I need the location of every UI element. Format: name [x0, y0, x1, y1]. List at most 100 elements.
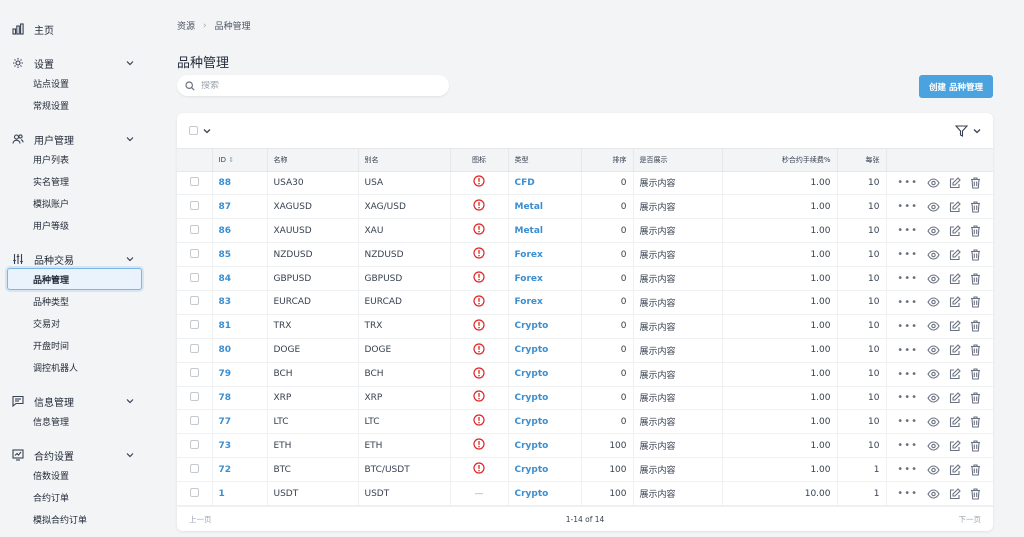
view-icon[interactable] [927, 465, 940, 475]
row-checkbox[interactable] [190, 176, 199, 186]
table-row[interactable]: 86 XAUUSD XAU Metal 0 展示内容 1.00 10 ••• [177, 218, 993, 244]
row-type-link[interactable]: Crypto [508, 338, 582, 363]
row-id-link[interactable]: 77 [212, 409, 268, 435]
row-type-link[interactable]: Crypto [508, 362, 582, 387]
row-checkbox[interactable] [190, 344, 199, 354]
edit-icon[interactable] [949, 177, 961, 189]
delete-icon[interactable] [970, 177, 981, 189]
more-icon[interactable]: ••• [897, 345, 918, 356]
sidebar-item[interactable]: 交易对 [0, 312, 150, 334]
view-icon[interactable] [927, 369, 940, 379]
row-type-link[interactable]: Forex [508, 242, 582, 268]
view-icon[interactable] [927, 321, 940, 331]
select-all-dropdown[interactable] [189, 126, 211, 135]
sidebar-item[interactable]: 站点设置 [0, 72, 150, 94]
row-checkbox[interactable] [190, 415, 199, 425]
table-row[interactable]: 77 LTC LTC Crypto 0 展示内容 1.00 10 ••• [177, 409, 993, 435]
more-icon[interactable]: ••• [897, 440, 918, 451]
delete-icon[interactable] [970, 392, 981, 404]
table-row[interactable]: 78 XRP XRP Crypto 0 展示内容 1.00 10 ••• [177, 386, 993, 411]
sidebar-item[interactable]: 用户列表 [0, 148, 150, 170]
row-checkbox[interactable] [190, 463, 199, 473]
more-icon[interactable]: ••• [897, 464, 918, 475]
nav-home[interactable]: 主页 [0, 20, 150, 38]
delete-icon[interactable] [970, 201, 981, 213]
more-icon[interactable]: ••• [897, 321, 918, 332]
row-type-link[interactable]: Crypto [508, 314, 582, 339]
edit-icon[interactable] [949, 272, 961, 285]
filter-dropdown[interactable] [955, 124, 981, 137]
edit-icon[interactable] [949, 201, 961, 213]
more-icon[interactable]: ••• [897, 201, 918, 212]
more-icon[interactable]: ••• [897, 225, 918, 236]
edit-icon[interactable] [949, 224, 961, 237]
row-type-link[interactable]: CFD [508, 171, 582, 196]
delete-icon[interactable] [970, 416, 981, 428]
sidebar-item[interactable]: 实名管理 [0, 170, 150, 192]
table-row[interactable]: 72 BTC BTC/USDT Crypto 100 展示内容 1.00 1 ••• [177, 457, 993, 483]
row-type-link[interactable]: Crypto [508, 433, 582, 459]
sidebar-item[interactable]: 品种类型 [0, 290, 150, 312]
select-all-checkbox[interactable] [189, 126, 198, 135]
nav-section-header-symbols[interactable]: 品种交易 [0, 250, 150, 268]
sidebar-item[interactable]: 品种管理 [7, 268, 142, 290]
create-button[interactable]: 创建 品种管理 [919, 75, 993, 98]
table-row[interactable]: 87 XAGUSD XAG/USD Metal 0 展示内容 1.00 10 ••• [177, 194, 993, 220]
row-id-link[interactable]: 83 [212, 290, 268, 315]
edit-icon[interactable] [949, 248, 961, 261]
table-row[interactable]: 73 ETH ETH Crypto 100 展示内容 1.00 10 ••• [177, 433, 993, 459]
delete-icon[interactable] [970, 249, 981, 261]
search-box[interactable] [177, 75, 449, 96]
nav-section-header-settings[interactable]: 设置 [0, 54, 150, 72]
view-icon[interactable] [927, 273, 940, 284]
row-type-link[interactable]: Crypto [508, 386, 582, 411]
prev-page-button[interactable]: 上一页 [189, 514, 212, 525]
row-type-link[interactable]: Metal [508, 194, 582, 220]
row-checkbox[interactable] [190, 200, 199, 210]
table-row[interactable]: 80 DOGE DOGE Crypto 0 展示内容 1.00 10 ••• [177, 338, 993, 363]
header-id[interactable]: ID ⇕ [212, 149, 268, 172]
sidebar-item[interactable]: 信息管理 [0, 410, 150, 432]
delete-icon[interactable] [970, 272, 981, 285]
edit-icon[interactable] [949, 439, 961, 452]
next-page-button[interactable]: 下一页 [959, 514, 982, 525]
more-icon[interactable]: ••• [897, 392, 918, 403]
delete-icon[interactable] [970, 368, 981, 380]
row-type-link[interactable]: Crypto [508, 409, 582, 435]
row-id-link[interactable]: 81 [212, 314, 268, 339]
row-type-link[interactable]: Forex [508, 290, 582, 315]
row-id-link[interactable]: 72 [212, 457, 268, 483]
row-checkbox[interactable] [190, 439, 199, 449]
search-input[interactable] [201, 80, 431, 91]
row-checkbox[interactable] [190, 248, 199, 258]
edit-icon[interactable] [949, 296, 961, 308]
edit-icon[interactable] [949, 368, 961, 380]
table-row[interactable]: 83 EURCAD EURCAD Forex 0 展示内容 1.00 10 ••• [177, 290, 993, 315]
row-type-link[interactable]: Metal [508, 218, 582, 244]
more-icon[interactable]: ••• [897, 297, 918, 308]
table-row[interactable]: 1 USDT USDT — Crypto 100 展示内容 10.00 1 ••• [177, 481, 993, 506]
row-id-link[interactable]: 86 [212, 218, 268, 244]
breadcrumb-root[interactable]: 资源 [177, 19, 195, 32]
more-icon[interactable]: ••• [897, 177, 918, 188]
row-type-link[interactable]: Crypto [508, 457, 582, 483]
row-id-link[interactable]: 87 [212, 194, 268, 220]
edit-icon[interactable] [949, 320, 961, 332]
view-icon[interactable] [927, 226, 940, 236]
sidebar-item[interactable]: 用户等级 [0, 214, 150, 236]
edit-icon[interactable] [949, 487, 961, 500]
delete-icon[interactable] [970, 225, 981, 237]
row-checkbox[interactable] [190, 391, 199, 401]
view-icon[interactable] [927, 178, 940, 188]
row-id-link[interactable]: 78 [212, 386, 268, 411]
nav-section-header-contract[interactable]: 合约设置 [0, 446, 150, 464]
view-icon[interactable] [927, 441, 940, 451]
sidebar-item[interactable]: 倍数设置 [0, 464, 150, 486]
view-icon[interactable] [927, 488, 940, 499]
row-checkbox[interactable] [190, 487, 199, 497]
delete-icon[interactable] [970, 344, 981, 356]
table-row[interactable]: 79 BCH BCH Crypto 0 展示内容 1.00 10 ••• [177, 362, 993, 387]
sidebar-item[interactable]: 模拟账户 [0, 192, 150, 214]
sidebar-item[interactable]: 合约订单 [0, 486, 150, 508]
view-icon[interactable] [927, 417, 940, 427]
